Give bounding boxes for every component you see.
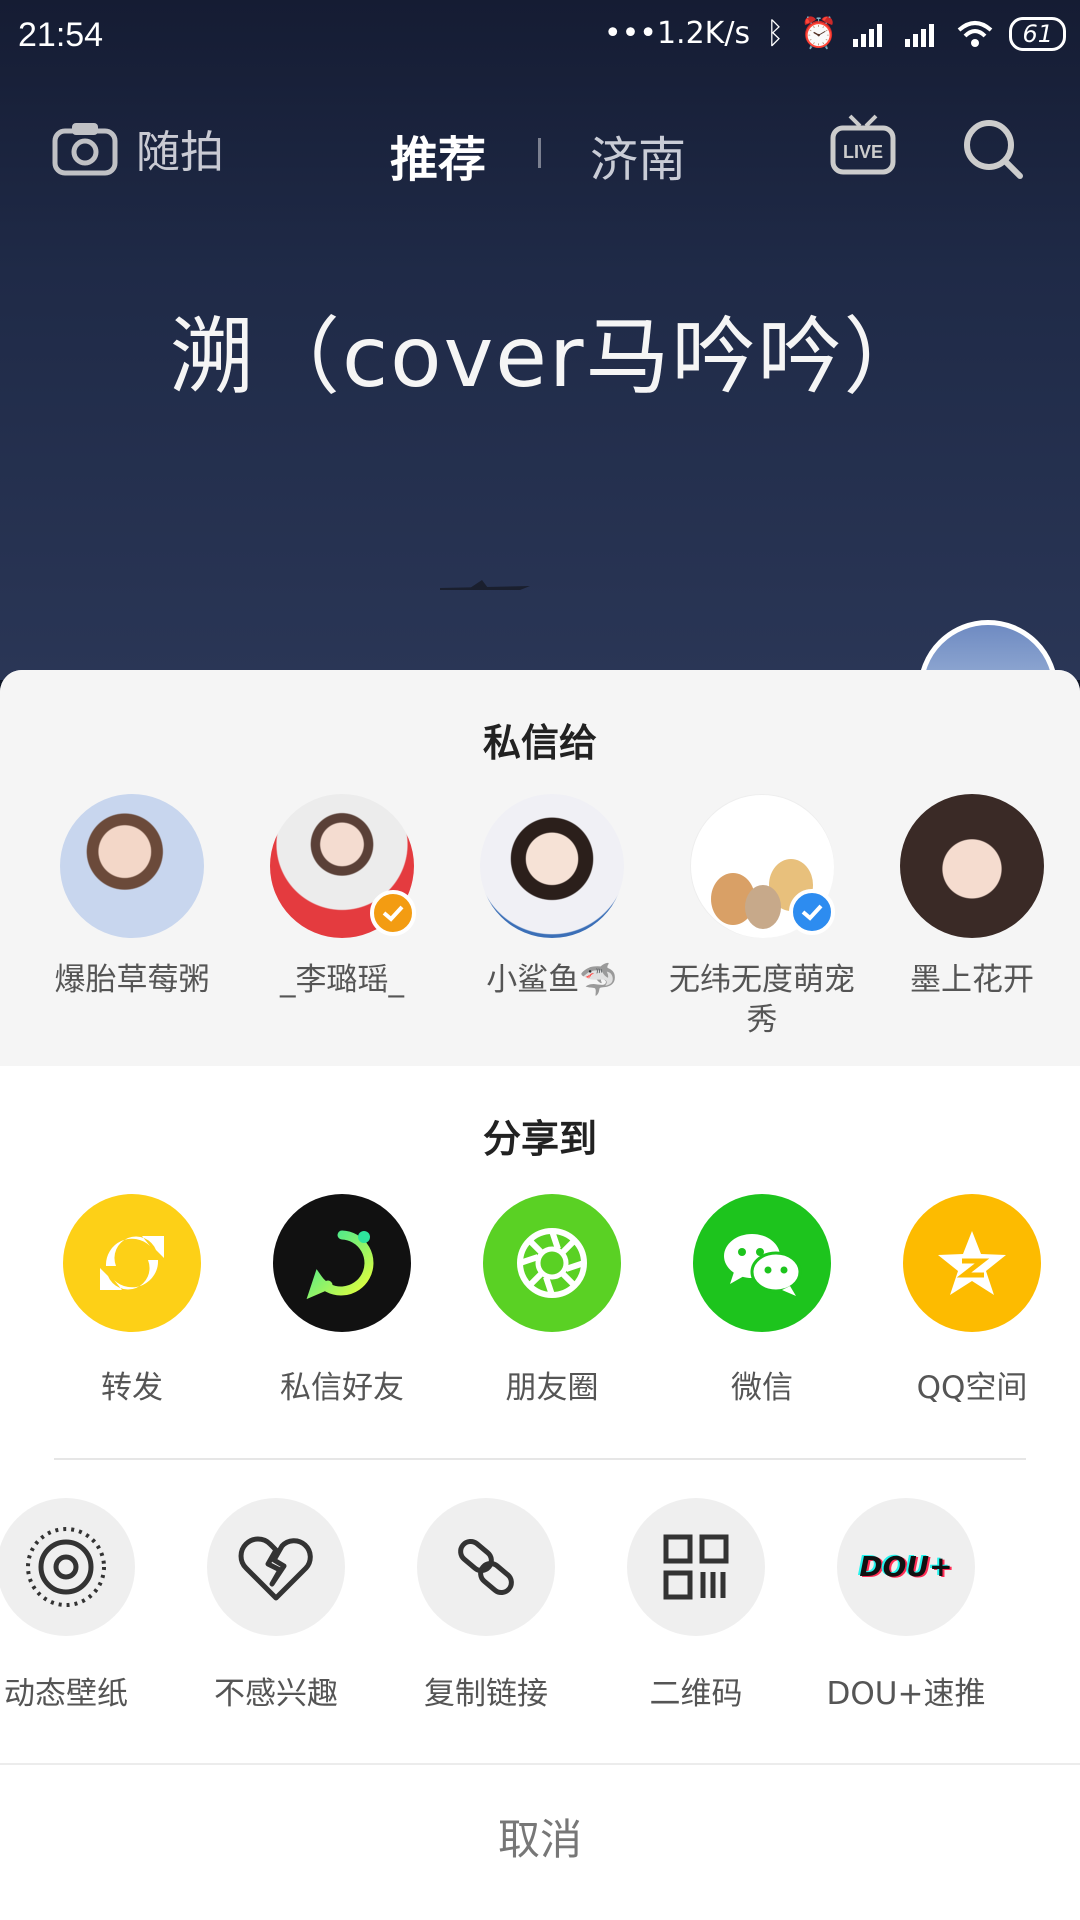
share-targets: 转发 私信好友 朋友圈 微信 QQ空间	[0, 1194, 1080, 1414]
avatar	[270, 794, 416, 938]
signal-icon	[853, 23, 883, 47]
camera-label: 随拍	[136, 127, 224, 178]
share-title: 分享到	[482, 1117, 597, 1161]
moments-icon	[483, 1194, 621, 1332]
live-tv-icon[interactable]: LIVE	[830, 112, 896, 182]
contact-item[interactable]: 爆胎草莓粥	[27, 794, 237, 1000]
share-message-friend-button[interactable]: 私信好友	[237, 1194, 447, 1407]
tab-divider	[538, 138, 541, 168]
repost-icon	[63, 1194, 201, 1332]
contact-item[interactable]: _李璐瑶_	[237, 794, 447, 1000]
contact-list: 爆胎草莓粥 _李璐瑶_ 小鲨鱼🦈 无纬无度萌宠秀 墨上花开	[0, 794, 1080, 1054]
direct-message-section: 私信给 爆胎草莓粥 _李璐瑶_ 小鲨鱼🦈 无纬无度萌宠秀 墨上花开	[0, 670, 1080, 1066]
contact-item[interactable]: 小鲨鱼🦈	[447, 794, 657, 1000]
live-wallpaper-icon	[0, 1498, 135, 1636]
contact-name: 无纬无度萌宠秀	[669, 962, 855, 1038]
share-qzone-button[interactable]: QQ空间	[867, 1194, 1077, 1407]
qr-code-button[interactable]: 二维码	[591, 1498, 801, 1713]
avatar	[900, 794, 1044, 938]
share-label: 转发	[101, 1370, 163, 1406]
tool-actions: 动态壁纸 不感兴趣 复制链接 二维码 DOU+ DOU+ DOU+ DOU+速推	[0, 1498, 1080, 1738]
avatar	[480, 794, 624, 938]
wifi-icon	[958, 20, 993, 47]
dou-plus-icon: DOU+ DOU+ DOU+	[837, 1498, 975, 1636]
share-sheet: 私信给 爆胎草莓粥 _李璐瑶_ 小鲨鱼🦈 无纬无度萌宠秀 墨上花开 分享到 转发…	[0, 670, 1080, 1920]
share-label: 朋友圈	[505, 1370, 599, 1406]
bluetooth-icon: ᛒ	[766, 16, 785, 51]
link-icon	[417, 1498, 555, 1636]
tool-label: 复制链接	[424, 1676, 548, 1712]
divider	[54, 1458, 1026, 1460]
status-bar: 21:54 •••1.2K/s ᛒ ⏰ 61	[0, 0, 1080, 72]
svg-text:LIVE: LIVE	[843, 142, 883, 162]
copy-link-button[interactable]: 复制链接	[381, 1498, 591, 1713]
qzone-icon	[903, 1194, 1041, 1332]
camera-icon	[52, 123, 118, 176]
verified-badge-icon	[789, 889, 835, 935]
share-wechat-button[interactable]: 微信	[657, 1194, 867, 1407]
share-moments-button[interactable]: 朋友圈	[447, 1194, 657, 1407]
verified-badge-icon	[370, 890, 416, 936]
contact-item[interactable]: 无纬无度萌宠秀	[657, 794, 867, 1040]
divider	[0, 1763, 1080, 1765]
battery-indicator: 61	[1009, 16, 1066, 51]
dm-title: 私信给	[482, 721, 597, 765]
tool-label: 二维码	[649, 1676, 743, 1712]
network-speed: •••1.2K/s	[603, 16, 751, 51]
cancel-button[interactable]: 取消	[0, 1785, 1080, 1895]
tool-label: 不感兴趣	[214, 1676, 338, 1712]
broken-heart-icon	[207, 1498, 345, 1636]
qr-code-icon	[627, 1498, 765, 1636]
video-title: 溯（cover马吟吟）	[170, 308, 930, 406]
live-wallpaper-button[interactable]: 动态壁纸	[0, 1498, 171, 1713]
share-label: 私信好友	[280, 1370, 404, 1406]
signal-icon	[905, 23, 935, 47]
avatar	[60, 794, 204, 938]
search-icon[interactable]	[960, 116, 1026, 186]
camera-button[interactable]: 随拍	[52, 116, 224, 180]
share-repost-button[interactable]: 转发	[27, 1194, 237, 1407]
tool-label: DOU+速推	[826, 1676, 986, 1712]
top-navigation: 随拍 推荐 济南 LIVE	[0, 108, 1080, 198]
svg-text:DOU+: DOU+	[859, 1550, 952, 1583]
share-label: 微信	[731, 1370, 793, 1406]
alarm-icon: ⏰	[800, 16, 838, 51]
contact-name: 爆胎草莓粥	[54, 962, 210, 998]
status-icons: •••1.2K/s ᛒ ⏰ 61	[604, 16, 1066, 51]
status-time: 21:54	[18, 16, 104, 54]
message-friend-icon	[273, 1194, 411, 1332]
wechat-icon	[693, 1194, 831, 1332]
contact-name: _李璐瑶_	[280, 962, 404, 998]
contact-item[interactable]: 墨上花开	[867, 794, 1077, 1000]
avatar	[690, 794, 835, 938]
not-interested-button[interactable]: 不感兴趣	[171, 1498, 381, 1713]
tool-label: 动态壁纸	[4, 1676, 128, 1712]
tab-recommend[interactable]: 推荐	[390, 120, 486, 190]
contact-name: 墨上花开	[910, 962, 1034, 998]
tab-city[interactable]: 济南	[590, 120, 686, 190]
contact-name: 小鲨鱼🦈	[486, 962, 618, 998]
share-label: QQ空间	[916, 1370, 1028, 1406]
airplane-image	[440, 580, 530, 590]
dou-plus-button[interactable]: DOU+ DOU+ DOU+ DOU+速推	[801, 1498, 1011, 1713]
